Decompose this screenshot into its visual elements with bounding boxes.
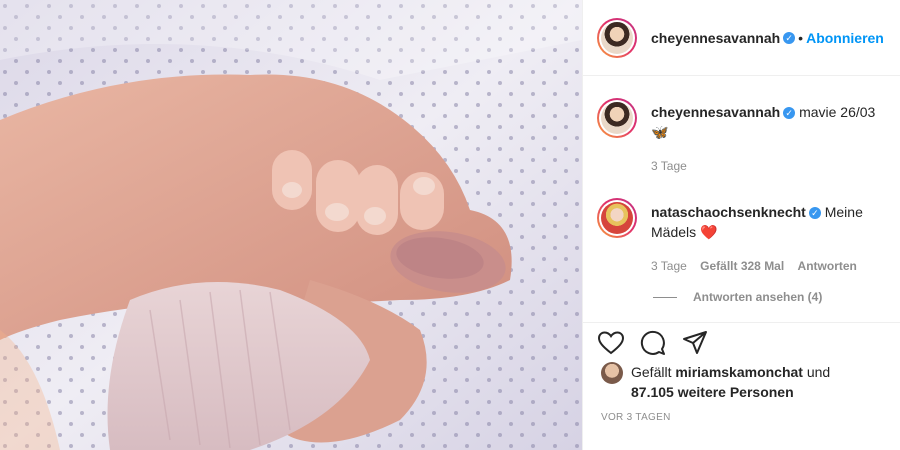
caption-avatar[interactable] bbox=[597, 98, 637, 138]
commenter-avatar[interactable] bbox=[597, 198, 637, 238]
view-replies-label: Antworten ansehen (4) bbox=[693, 290, 823, 304]
verified-badge-icon: ✓ bbox=[783, 107, 796, 120]
separator-dot: • bbox=[798, 29, 804, 46]
comment-item: nataschaochsenknecht ✓ Meine Mädels ❤️ 3 … bbox=[583, 176, 900, 276]
likes-connector: und bbox=[806, 364, 831, 380]
view-replies-button[interactable]: Antworten ansehen (4) bbox=[653, 290, 900, 304]
butterfly-emoji: 🦋 bbox=[651, 124, 669, 140]
caption-text: mavie 26/03 bbox=[799, 104, 876, 120]
caption-time[interactable]: 3 Tage bbox=[651, 159, 687, 173]
post-sidebar: cheyennesavannah ✓ • Abonnieren cheyenne… bbox=[582, 0, 900, 450]
post-header: cheyennesavannah ✓ • Abonnieren bbox=[583, 0, 900, 76]
follow-button[interactable]: Abonnieren bbox=[806, 30, 884, 46]
caption-body: cheyennesavannah ✓ mavie 26/03 🦋 3 Tage bbox=[651, 102, 881, 176]
baby-hand-photo bbox=[0, 0, 582, 450]
commenter-username[interactable]: nataschaochsenknecht bbox=[651, 204, 806, 220]
share-button[interactable] bbox=[681, 329, 709, 357]
author-username[interactable]: cheyennesavannah bbox=[651, 30, 780, 46]
comment-likes[interactable]: Gefällt 328 Mal bbox=[700, 259, 784, 273]
comment-meta: 3 Tage Gefällt 328 Mal Antworten bbox=[651, 256, 881, 276]
liker-avatar[interactable] bbox=[601, 362, 623, 384]
reply-button[interactable]: Antworten bbox=[798, 259, 857, 273]
post-timestamp[interactable]: VOR 3 TAGEN bbox=[601, 412, 671, 423]
caption-item: cheyennesavannah ✓ mavie 26/03 🦋 3 Tage bbox=[583, 76, 900, 176]
caption-meta: 3 Tage bbox=[651, 156, 881, 176]
likes-prefix: Gefällt bbox=[631, 364, 672, 380]
instagram-post: cheyennesavannah ✓ • Abonnieren cheyenne… bbox=[0, 0, 900, 450]
comments-section: cheyennesavannah ✓ mavie 26/03 🦋 3 Tage n… bbox=[583, 76, 900, 322]
comment-time[interactable]: 3 Tage bbox=[651, 259, 687, 273]
verified-badge-icon: ✓ bbox=[808, 207, 821, 220]
liker-username[interactable]: miriamskamonchat bbox=[675, 364, 803, 380]
heart-emoji: ❤️ bbox=[700, 224, 718, 240]
likes-text: Gefällt miriamskamonchat und 87.105 weit… bbox=[631, 362, 830, 402]
comment-button[interactable] bbox=[639, 329, 667, 357]
comment-icon bbox=[640, 330, 665, 355]
action-bar bbox=[583, 322, 900, 363]
likes-summary: Gefällt miriamskamonchat und 87.105 weit… bbox=[601, 362, 892, 402]
comment-body: nataschaochsenknecht ✓ Meine Mädels ❤️ 3 … bbox=[651, 202, 881, 276]
caption-username[interactable]: cheyennesavannah bbox=[651, 104, 780, 120]
author-avatar[interactable] bbox=[597, 17, 637, 58]
share-icon bbox=[683, 331, 707, 354]
heart-icon bbox=[598, 331, 624, 355]
post-photo[interactable] bbox=[0, 0, 582, 450]
like-button[interactable] bbox=[597, 329, 625, 357]
replies-divider bbox=[653, 296, 677, 298]
verified-badge-icon: ✓ bbox=[783, 31, 796, 44]
likes-count[interactable]: 87.105 weitere Personen bbox=[631, 384, 794, 400]
